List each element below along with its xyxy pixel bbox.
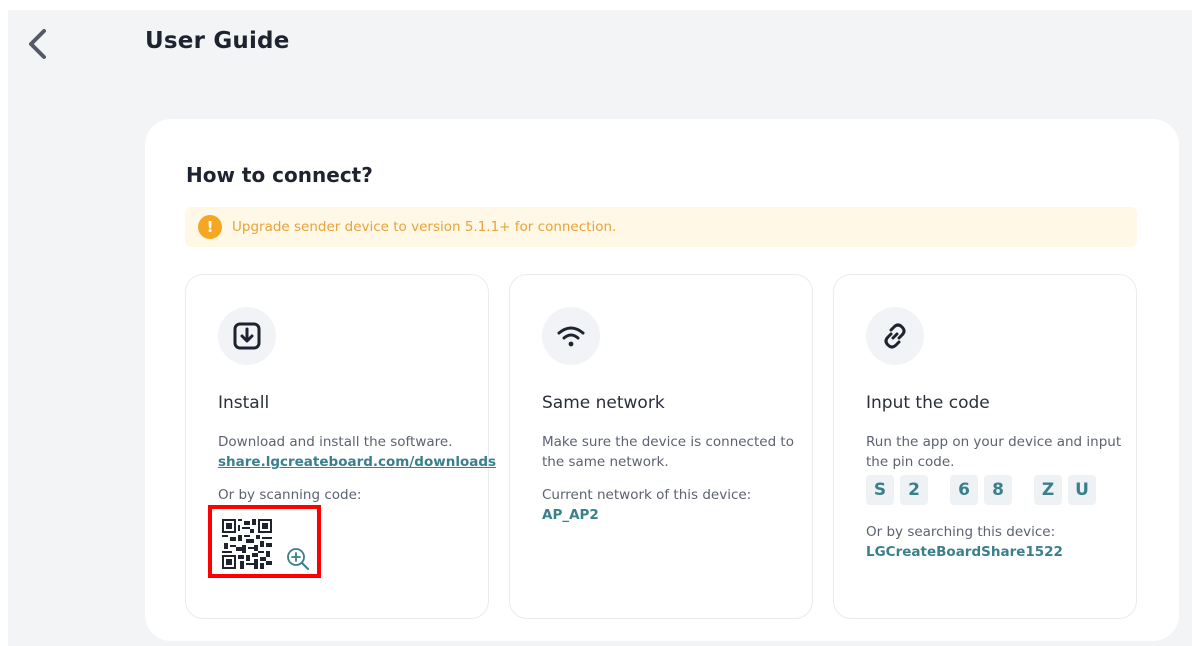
step-desc: Download and install the software. share… [218, 432, 496, 472]
card-title: How to connect? [186, 163, 373, 187]
device-name: LGCreateBoardShare1522 [866, 544, 1063, 560]
pin-code: S 2 6 8 Z U [866, 475, 1096, 505]
warning-text: Upgrade sender device to version 5.1.1+ … [232, 219, 617, 235]
step-heading: Input the code [866, 393, 990, 413]
pin-char: 2 [900, 475, 928, 505]
warning-banner: ! Upgrade sender device to version 5.1.1… [185, 207, 1137, 247]
page-title: User Guide [145, 28, 290, 54]
step-icon-wrap [218, 307, 276, 365]
step-heading: Same network [542, 393, 665, 413]
step-network: Same network Make sure the device is con… [509, 274, 813, 619]
qr-code[interactable] [222, 519, 272, 569]
pin-char: U [1068, 475, 1096, 505]
step-icon-wrap [866, 307, 924, 365]
pin-char: S [866, 475, 894, 505]
step-code: Input the code Run the app on your devic… [833, 274, 1137, 619]
step-heading: Install [218, 393, 270, 413]
qr-highlight-box [208, 505, 321, 578]
step-install: Install Download and install the softwar… [185, 274, 496, 619]
step-desc: Make sure the device is connected to the… [542, 434, 794, 470]
step-desc: Run the app on your device and input the… [866, 434, 1122, 470]
search-device-label: Or by searching this device: [866, 524, 1056, 540]
step-icon-wrap [542, 307, 600, 365]
download-link[interactable]: share.lgcreateboard.com/downloads [218, 452, 496, 472]
app-screen: User Guide How to connect? ! Upgrade sen… [8, 10, 1192, 646]
pin-char: 8 [984, 475, 1012, 505]
wifi-icon [557, 326, 585, 347]
zoom-in-icon[interactable] [286, 547, 310, 571]
chevron-left-icon [29, 29, 46, 59]
connect-card: How to connect? ! Upgrade sender device … [145, 119, 1179, 641]
pin-char: Z [1034, 475, 1062, 505]
current-network-value: AP_AP2 [542, 507, 599, 523]
exclamation-icon: ! [198, 215, 222, 239]
download-icon [233, 322, 261, 350]
link-icon [884, 323, 906, 349]
current-network-label: Current network of this device: [542, 487, 752, 503]
pin-char: 6 [950, 475, 978, 505]
back-button[interactable] [18, 24, 58, 64]
install-desc-text: Download and install the software. [218, 434, 453, 450]
scan-label: Or by scanning code: [218, 487, 362, 503]
